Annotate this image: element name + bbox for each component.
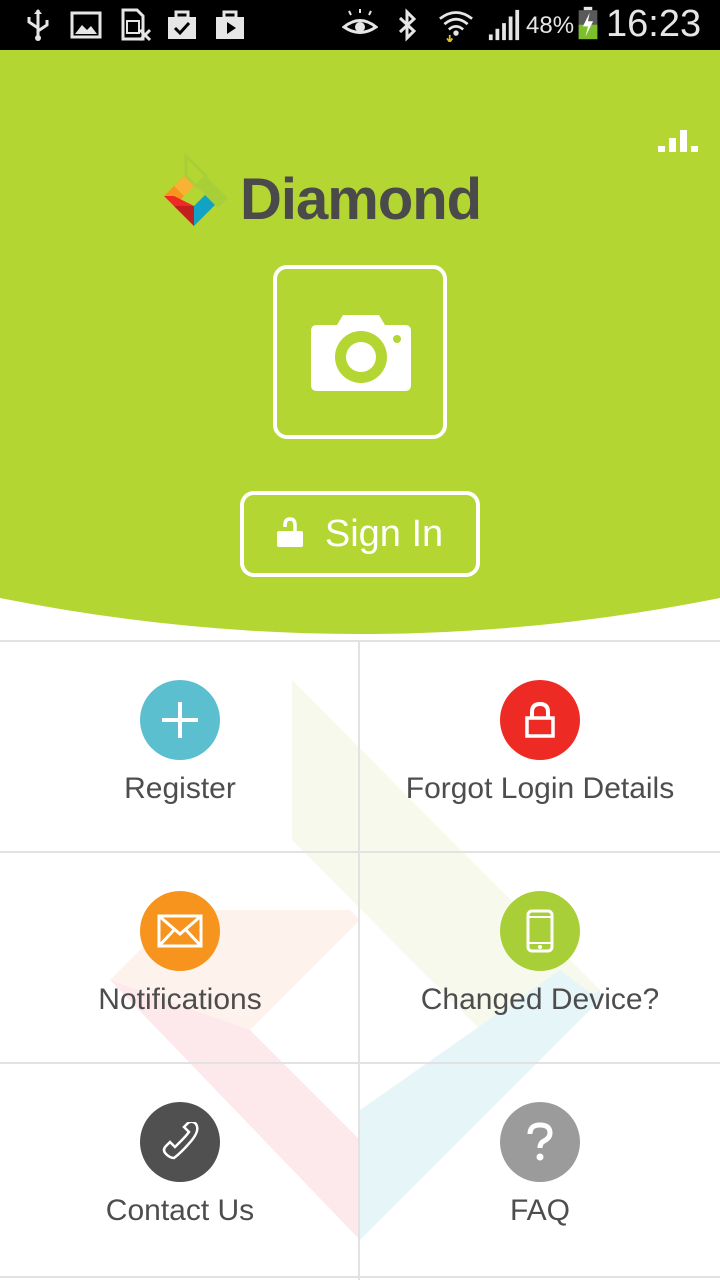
battery-percent: 48%: [526, 12, 575, 39]
brand-logo: Diamond: [160, 152, 520, 238]
smart-stay-icon: [342, 9, 378, 34]
notifications-tile[interactable]: Notifications: [0, 851, 360, 1063]
changed-device-tile[interactable]: Changed Device?: [360, 851, 720, 1063]
changed-device-label: Changed Device?: [420, 983, 660, 1016]
clock: 16:23: [606, 3, 702, 45]
wifi-icon: [439, 11, 473, 42]
cellular-signal-icon: [488, 9, 520, 41]
notifications-icon-circle: [140, 891, 220, 971]
gallery-icon: [70, 11, 102, 39]
faq-tile[interactable]: FAQ: [360, 1062, 720, 1274]
contact-us-icon-circle: [140, 1102, 220, 1182]
battery-charging-icon: [578, 6, 598, 40]
contact-us-label: Contact Us: [105, 1194, 255, 1227]
bluetooth-icon: [398, 8, 417, 42]
faq-icon-circle: [500, 1102, 580, 1182]
register-tile[interactable]: Register: [0, 640, 360, 852]
status-bar: 48% 16:23: [0, 0, 720, 50]
camera-button[interactable]: [273, 265, 447, 439]
register-icon-circle: [140, 680, 220, 760]
sign-in-label: Sign In: [324, 512, 444, 555]
register-label: Register: [124, 772, 236, 805]
forgot-login-icon-circle: [500, 680, 580, 760]
plus-icon: [162, 702, 198, 738]
camera-icon: [311, 315, 411, 391]
download-done-icon: [168, 10, 196, 39]
media-icon: [216, 10, 244, 39]
lock-icon: [525, 702, 555, 738]
notifications-label: Notifications: [98, 983, 262, 1016]
contact-us-tile[interactable]: Contact Us: [0, 1062, 360, 1274]
grid-divider: [0, 1276, 720, 1278]
forgot-login-label: Forgot Login Details: [405, 772, 675, 805]
sim-icon: [121, 8, 152, 42]
changed-device-icon-circle: [500, 891, 580, 971]
network-status-icon[interactable]: [658, 128, 704, 154]
question-icon: [527, 1122, 553, 1161]
faq-label: FAQ: [509, 1194, 570, 1227]
handset-icon: [162, 1122, 199, 1160]
sign-in-button[interactable]: Sign In: [240, 491, 480, 577]
forgot-login-tile[interactable]: Forgot Login Details: [360, 640, 720, 852]
diamond-logo-icon: [164, 152, 228, 226]
brand-name: Diamond: [240, 167, 482, 232]
unlock-icon: [276, 517, 303, 547]
menu-grid: Register Forgot Login Details Notificati…: [0, 640, 720, 1280]
phone-icon: [526, 909, 554, 953]
login-header: Diamond Sign In: [0, 50, 720, 650]
usb-icon: [27, 9, 49, 41]
envelope-icon: [157, 914, 203, 948]
